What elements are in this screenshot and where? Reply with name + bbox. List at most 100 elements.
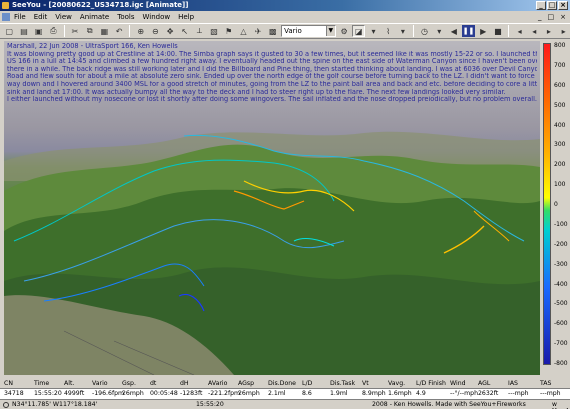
column-header[interactable]: Gsp.: [122, 380, 136, 387]
map-icon[interactable]: ▧: [208, 25, 221, 37]
comment-line: way down and I hovered around 3400 MSL f…: [7, 80, 537, 88]
color-scale-tick: -200: [554, 240, 568, 248]
undo-icon[interactable]: ↶: [113, 25, 126, 37]
table-cell: ---mph: [508, 390, 529, 397]
new-icon[interactable]: ▢: [3, 25, 16, 37]
color-scale-tick: -500: [554, 300, 568, 308]
copy-icon[interactable]: ⧉: [83, 25, 96, 37]
column-header[interactable]: L/D Finish: [416, 380, 446, 387]
column-header[interactable]: Vario: [92, 380, 108, 387]
next-icon[interactable]: ▸: [557, 25, 570, 37]
color-scale-tick: 700: [554, 61, 566, 69]
comment-line: It was blowing pretty good up at Crestli…: [7, 50, 537, 58]
column-header[interactable]: dt: [150, 380, 156, 387]
column-header[interactable]: AGL: [478, 380, 490, 387]
menu-tools[interactable]: Tools: [117, 13, 134, 21]
menu-view[interactable]: View: [55, 13, 72, 21]
play-icon[interactable]: ▶: [477, 25, 490, 37]
gps-icon: [3, 402, 9, 408]
vario-select[interactable]: Vario ▼: [281, 25, 336, 37]
vario-color-scale: 800 700 600 500 400 300 200 100 0 -100 -200 -300 -40…: [540, 41, 570, 409]
dropdown-icon[interactable]: ▾: [367, 25, 380, 37]
pan-icon[interactable]: ✥: [164, 25, 177, 37]
open-icon[interactable]: ▤: [18, 25, 31, 37]
table-cell: -221.2fpm: [208, 390, 241, 397]
close-button[interactable]: ×: [558, 1, 568, 10]
column-header[interactable]: Vavg.: [388, 380, 405, 387]
color-scale-tick: -100: [554, 220, 568, 228]
color-scale-tick: 0: [554, 201, 558, 208]
dropdown-icon[interactable]: ▾: [397, 25, 410, 37]
zoom-in-icon[interactable]: ⊕: [134, 25, 147, 37]
color-scale-tick: -600: [554, 320, 568, 328]
zoom-out-icon[interactable]: ⊖: [149, 25, 162, 37]
table-cell: ---mph: [540, 390, 561, 397]
graph-icon[interactable]: ⌇: [382, 25, 395, 37]
column-header[interactable]: CN: [4, 380, 13, 387]
stop-icon[interactable]: ■: [492, 25, 505, 37]
column-header[interactable]: Dis.Done: [268, 380, 296, 387]
menu-window[interactable]: Window: [143, 13, 171, 21]
3d-terrain-view[interactable]: Marshall, 22 Jun 2008 - UltraSport 166, …: [4, 41, 540, 375]
comment-line: there in a while. The back ridge was sti…: [7, 65, 537, 73]
select-icon[interactable]: ↖: [178, 25, 191, 37]
task-icon[interactable]: △: [237, 25, 250, 37]
column-header[interactable]: L/D: [302, 380, 312, 387]
column-header[interactable]: IAS: [508, 380, 518, 387]
paste-icon[interactable]: ▦: [98, 25, 111, 37]
table-cell: -196.6fpm: [92, 390, 125, 397]
comment-line: I either launched without my nosecone or…: [7, 96, 537, 104]
menu-file[interactable]: File: [14, 13, 26, 21]
menu-animate[interactable]: Animate: [80, 13, 109, 21]
table-row[interactable]: 34718 15:55:20 4999ft -196.6fpm 26mph 00:05:4…: [0, 389, 570, 399]
dropdown-icon[interactable]: ▾: [433, 25, 446, 37]
table-cell: 34718: [4, 390, 24, 397]
prev-icon[interactable]: ◂: [513, 25, 526, 37]
menu-help[interactable]: Help: [178, 13, 194, 21]
document-icon[interactable]: [2, 13, 10, 21]
save-icon[interactable]: ▣: [32, 25, 45, 37]
3d-view-icon[interactable]: ◪: [352, 25, 366, 37]
status-bar: N34°11.785' W117°18.184' 15:55:20 2008 -…: [0, 399, 570, 409]
column-header[interactable]: Time: [34, 380, 49, 387]
minimize-button[interactable]: _: [536, 1, 546, 10]
cut-icon[interactable]: ✂: [69, 25, 82, 37]
column-header[interactable]: Wind: [450, 380, 466, 387]
column-header[interactable]: AGsp: [238, 380, 254, 387]
column-header[interactable]: Alt.: [64, 380, 74, 387]
mdi-close-button[interactable]: ×: [560, 13, 566, 21]
color-scale-bar: [543, 43, 551, 365]
flight-icon[interactable]: ✈: [252, 25, 265, 37]
chevron-down-icon[interactable]: ▼: [325, 26, 335, 36]
column-header[interactable]: TAS: [540, 380, 551, 387]
mdi-minimize-button[interactable]: _: [538, 13, 542, 21]
color-scale-tick: -300: [554, 260, 568, 268]
pause-button[interactable]: ❚❚: [462, 25, 475, 37]
step-forward-icon[interactable]: ▸: [543, 25, 556, 37]
maximize-button[interactable]: □: [547, 1, 557, 10]
column-header[interactable]: dH: [180, 380, 189, 387]
table-cell: 1.6mph: [388, 390, 412, 397]
table-cell: 00:05:48: [150, 390, 178, 397]
table-cell: 8.6: [302, 390, 312, 397]
column-header[interactable]: Vt: [362, 380, 369, 387]
color-scale-tick: 300: [554, 141, 566, 149]
settings-icon[interactable]: ⚙: [338, 25, 351, 37]
print-icon[interactable]: ⎙: [47, 25, 60, 37]
clock-icon[interactable]: ◷: [418, 25, 431, 37]
seeyou-app-icon[interactable]: [2, 2, 9, 9]
step-back-icon[interactable]: ◂: [528, 25, 541, 37]
color-scale-tick: 800: [554, 42, 566, 49]
rewind-icon[interactable]: ◀: [448, 25, 461, 37]
color-scale-tick: -700: [554, 340, 568, 348]
grid-icon[interactable]: ▩: [266, 25, 279, 37]
measure-icon[interactable]: ⟂: [193, 25, 206, 37]
column-header[interactable]: AVario: [208, 380, 227, 387]
toolbar: ▢ ▤ ▣ ⎙ ✂ ⧉ ▦ ↶ ⊕ ⊖ ✥ ↖ ⟂ ▧ ⚑ △ ✈ ▩ Vari…: [0, 23, 570, 39]
menu-edit[interactable]: Edit: [34, 13, 48, 21]
column-header[interactable]: Dis.Task: [330, 380, 355, 387]
color-scale-tick: -800: [554, 360, 568, 367]
mdi-restore-button[interactable]: □: [548, 13, 555, 21]
waypoint-icon[interactable]: ⚑: [222, 25, 235, 37]
table-cell: 1.9ml: [330, 390, 348, 397]
